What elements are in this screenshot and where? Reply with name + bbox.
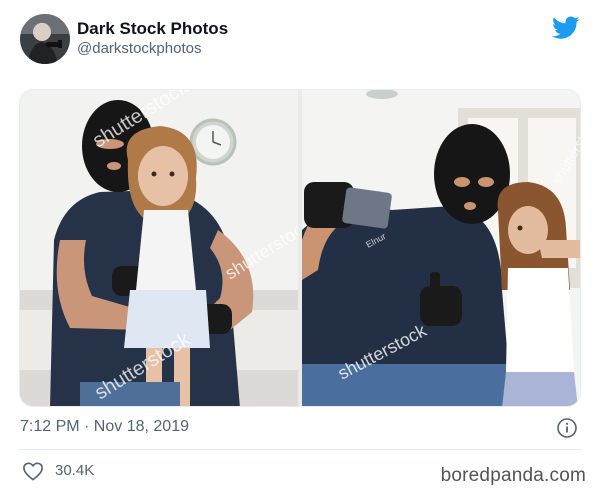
author-avatar[interactable] (20, 14, 70, 64)
avatar-image (20, 14, 70, 64)
twitter-bird-icon[interactable] (552, 16, 580, 40)
author-display-name[interactable]: Dark Stock Photos (77, 19, 228, 39)
info-icon[interactable] (556, 417, 578, 439)
like-count[interactable]: 30.4K (55, 462, 94, 479)
masked-man-hugging-girl-photo[interactable]: shutterstock shutterstock shutterstock (20, 90, 298, 406)
tweet-media-grid: shutterstock shutterstock shutterstock s… (19, 89, 581, 407)
masked-man-selfie-photo[interactable]: shutterstock shutterstock Elnur (302, 90, 580, 406)
tweet-card: Dark Stock Photos @darkstockphotos shutt… (0, 0, 600, 496)
divider (19, 449, 581, 450)
tweet-timestamp[interactable]: 7:12 PM · Nov 18, 2019 (20, 418, 189, 436)
author-handle[interactable]: @darkstockphotos (77, 40, 201, 57)
site-watermark: boredpanda.com (440, 465, 586, 486)
heart-icon[interactable] (22, 461, 44, 481)
